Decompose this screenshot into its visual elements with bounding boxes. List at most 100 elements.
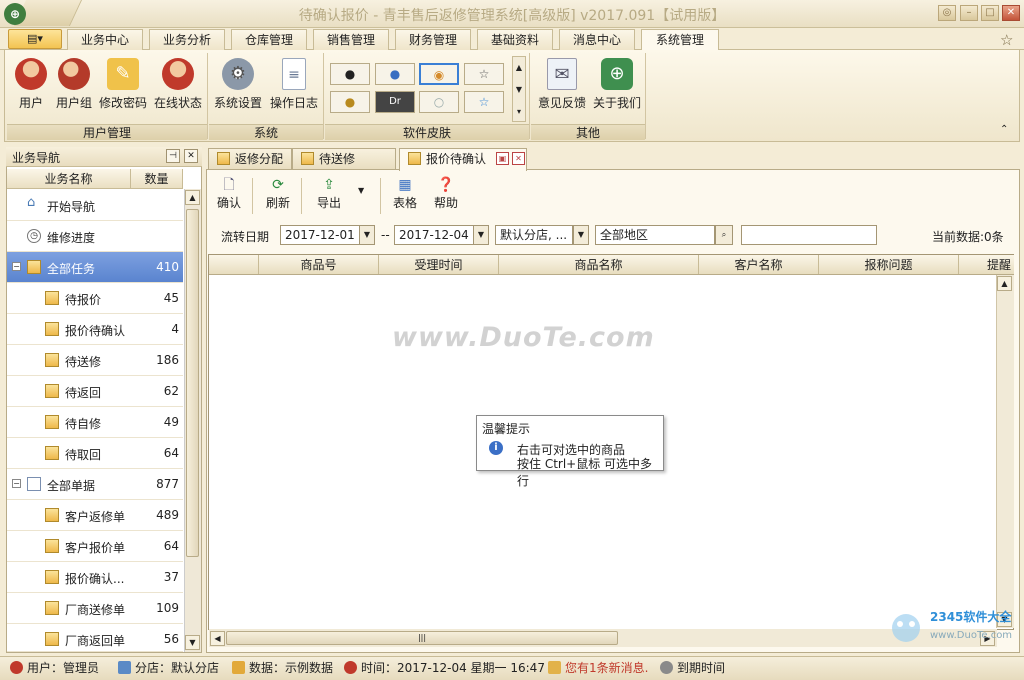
skin-gold-icon[interactable]: ● xyxy=(330,91,370,113)
confirm-button[interactable]: 🗋 确认 xyxy=(214,176,244,218)
nav-item-pending-return[interactable]: 待返回 62 xyxy=(7,376,183,407)
status-message[interactable]: 您有1条新消息. xyxy=(548,660,648,676)
tab-warehouse[interactable]: 仓库管理 xyxy=(231,29,307,50)
date-to-input[interactable]: 2017-12-04 xyxy=(394,225,474,245)
skin-gallery-scroll[interactable]: ▲ ▼ ▾ xyxy=(512,56,526,122)
nav-item-vendor-send[interactable]: 厂商送修单 109 xyxy=(7,593,183,624)
skin-icon[interactable]: ◎ xyxy=(938,5,956,21)
col-accept-time[interactable]: 受理时间 xyxy=(379,255,499,274)
scroll-down-icon[interactable]: ▼ xyxy=(185,635,200,650)
skin-star-icon[interactable]: ☆ xyxy=(464,63,504,85)
nav-item-vendor-return[interactable]: 厂商返回单 56 xyxy=(7,624,183,652)
skin-blue-icon[interactable]: ● xyxy=(375,63,415,85)
window-title: 待确认报价 - 青丰售后返修管理系统[高级版] v2017.091【试用版】 xyxy=(298,8,726,24)
branch-dropdown-icon[interactable]: ▼ xyxy=(573,225,589,245)
keyword-input[interactable] xyxy=(741,225,877,245)
tooltip-title: 温馨提示 xyxy=(482,422,531,436)
branch-select[interactable]: 默认分店, ... xyxy=(495,225,573,245)
online-user-icon xyxy=(162,58,194,90)
refresh-button[interactable]: ⟳ 刷新 xyxy=(262,176,294,218)
grid-scroll-up-icon[interactable]: ▲ xyxy=(997,276,1012,291)
help-icon: ❓ xyxy=(437,177,455,193)
document-icon: ≡ xyxy=(282,58,306,90)
skin-blue-star-icon[interactable]: ☆ xyxy=(464,91,504,113)
date-to-dropdown-icon[interactable]: ▼ xyxy=(473,225,489,245)
grid-horizontal-thumb[interactable]: ||| xyxy=(226,631,618,645)
nav-item-quote-confirmation[interactable]: 报价确认... 37 xyxy=(7,562,183,593)
col-reported-issue[interactable]: 报称问题 xyxy=(819,255,959,274)
collapse-ribbon-icon[interactable]: ⌃ xyxy=(1000,124,1008,135)
col-count[interactable]: 数量 xyxy=(131,169,183,189)
nav-item-self-repair[interactable]: 待自修 49 xyxy=(7,407,183,438)
nav-item-pending-pickup[interactable]: 待取回 64 xyxy=(7,438,183,469)
nav-scroll-thumb[interactable] xyxy=(186,209,199,557)
grid-vertical-scrollbar[interactable] xyxy=(996,275,1014,628)
feedback-button[interactable]: ✉ 意见反馈 xyxy=(536,56,588,120)
user-icon xyxy=(10,661,23,674)
col-product-name[interactable]: 商品名称 xyxy=(499,255,699,274)
online-status-button[interactable]: 在线状态 xyxy=(152,56,204,120)
tab-float-icon[interactable]: ▣ xyxy=(496,152,509,165)
nav-item-start[interactable]: ⌂ 开始导航 xyxy=(7,190,183,221)
tab-sales[interactable]: 销售管理 xyxy=(313,29,389,50)
col-selector[interactable] xyxy=(209,255,259,274)
user-group-button[interactable]: 用户组 xyxy=(53,56,95,120)
col-product-no[interactable]: 商品号 xyxy=(259,255,379,274)
tab-system[interactable]: 系统管理 xyxy=(641,29,719,51)
about-button[interactable]: ⊕ 关于我们 xyxy=(591,56,643,120)
nav-item-all-tasks[interactable]: − 全部任务 410 xyxy=(7,252,183,283)
tab-finance[interactable]: 财务管理 xyxy=(395,29,471,50)
status-data: 数据：示例数据 xyxy=(232,660,333,676)
grid-scroll-left-icon[interactable]: ◀ xyxy=(210,631,225,646)
date-from-dropdown-icon[interactable]: ▼ xyxy=(359,225,375,245)
help-button[interactable]: ❓ 帮助 xyxy=(431,176,461,218)
skin-dark-icon[interactable]: ● xyxy=(330,63,370,85)
tab-messages[interactable]: 消息中心 xyxy=(559,29,635,50)
skin-dr-icon[interactable]: Dr xyxy=(375,91,415,113)
skin-silver-icon[interactable]: ○ xyxy=(419,91,459,113)
nav-item-pending-send[interactable]: 待送修 186 xyxy=(7,345,183,376)
nav-item-customer-quote[interactable]: 客户报价单 64 xyxy=(7,531,183,562)
tab-doc-icon xyxy=(408,152,421,165)
tab-base-data[interactable]: 基础资料 xyxy=(477,29,553,50)
region-input[interactable]: 全部地区 xyxy=(595,225,715,245)
nav-item-quote-confirm[interactable]: 报价待确认 4 xyxy=(7,314,183,345)
grid-icon xyxy=(27,477,41,491)
maximize-icon[interactable]: □ xyxy=(981,5,999,21)
date-from-input[interactable]: 2017-12-01 xyxy=(280,225,360,245)
export-dropdown-icon[interactable]: ▼ xyxy=(358,186,364,195)
favorite-star-icon[interactable]: ☆ xyxy=(1000,31,1013,49)
collapse-toggle-icon[interactable]: − xyxy=(12,479,21,488)
operation-log-button[interactable]: ≡ 操作日志 xyxy=(268,56,320,120)
app-menu-button[interactable]: ▤▾ xyxy=(8,29,62,49)
system-settings-button[interactable]: ⚙ 系统设置 xyxy=(212,56,264,120)
tab-business-center[interactable]: 业务中心 xyxy=(67,29,143,50)
close-icon[interactable]: ✕ xyxy=(1002,5,1020,21)
col-reminder[interactable]: 提醒 xyxy=(959,255,1014,274)
nav-item-repair-progress[interactable]: ◷ 维修进度 xyxy=(7,221,183,252)
nav-item-all-documents[interactable]: − 全部单据 877 xyxy=(7,469,183,500)
doc-tab-quote-confirm[interactable]: 报价待确认 ▣ ✕ xyxy=(399,148,527,171)
nav-item-customer-repair[interactable]: 客户返修单 489 xyxy=(7,500,183,531)
collapse-toggle-icon[interactable]: − xyxy=(12,262,21,271)
export-button[interactable]: ⇪ 导出 xyxy=(312,176,346,218)
logo-url: www.DuoTe.com xyxy=(930,630,1013,641)
change-password-button[interactable]: ✎ 修改密码 xyxy=(98,56,148,120)
search-icon[interactable]: ⌕ xyxy=(715,225,733,245)
col-business-name[interactable]: 业务名称 xyxy=(7,169,131,189)
doc-tab-pending-send[interactable]: 待送修 xyxy=(292,148,396,170)
scroll-up-icon[interactable]: ▲ xyxy=(185,190,200,205)
nav-close-icon[interactable]: ✕ xyxy=(184,149,198,163)
nav-item-pending-quote[interactable]: 待报价 45 xyxy=(7,283,183,314)
tab-business-analysis[interactable]: 业务分析 xyxy=(149,29,225,50)
skin-orange-icon[interactable]: ◉ xyxy=(419,63,459,85)
table-button[interactable]: ▦ 表格 xyxy=(390,176,420,218)
envelope-icon: ✉ xyxy=(547,58,577,90)
col-customer-name[interactable]: 客户名称 xyxy=(699,255,819,274)
user-button[interactable]: 用户 xyxy=(12,56,50,120)
doc-tab-repair-allocation[interactable]: 返修分配 xyxy=(208,148,292,170)
minimize-icon[interactable]: – xyxy=(960,5,978,21)
tab-close-icon[interactable]: ✕ xyxy=(512,152,525,165)
expire-icon xyxy=(660,661,673,674)
pin-icon[interactable]: ⊣ xyxy=(166,149,180,163)
